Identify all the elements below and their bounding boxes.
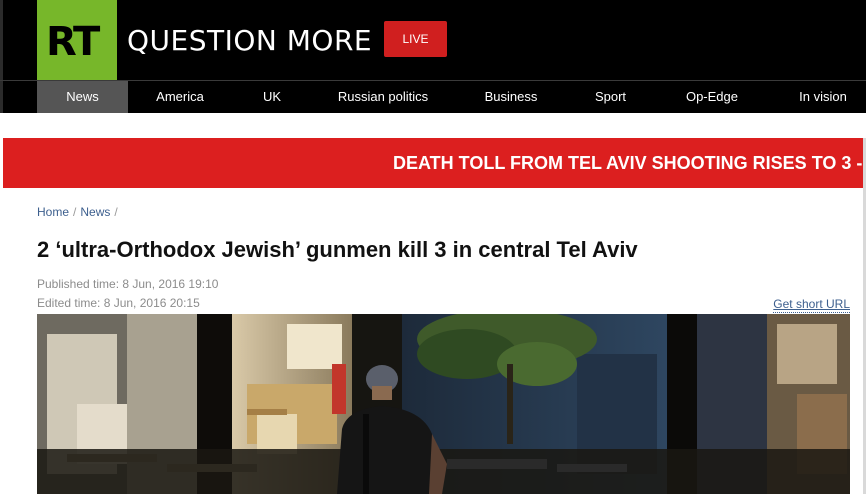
header-spacer	[0, 113, 866, 138]
get-short-url-link[interactable]: Get short URL	[773, 296, 850, 313]
breadcrumb: Home / News /	[37, 204, 122, 220]
live-button[interactable]: LIVE	[384, 21, 447, 57]
site-header: RT QUESTION MORE LIVE News America UK Ru…	[0, 0, 866, 113]
nav-item-business[interactable]: Business	[475, 81, 547, 113]
nav-item-in-vision[interactable]: In vision	[788, 81, 858, 113]
rt-logo-text[interactable]: RT	[46, 22, 100, 62]
nav-item-op-edge[interactable]: Op-Edge	[677, 81, 747, 113]
breaking-news-bar[interactable]: DEATH TOLL FROM TEL AVIV SHOOTING RISES …	[3, 138, 866, 188]
article-headline: 2 ‘ultra-Orthodox Jewish’ gunmen kill 3 …	[37, 237, 638, 262]
site-tagline[interactable]: QUESTION MORE	[127, 23, 372, 59]
published-time: Published time: 8 Jun, 2016 19:10	[37, 277, 219, 291]
nav-item-uk[interactable]: UK	[250, 81, 294, 113]
nav-item-russian-politics[interactable]: Russian politics	[329, 81, 437, 113]
breadcrumb-home-link[interactable]: Home	[37, 205, 69, 219]
nav-item-america[interactable]: America	[140, 81, 220, 113]
breadcrumb-news-link[interactable]: News	[80, 205, 110, 219]
breadcrumb-separator: /	[73, 205, 77, 219]
main-nav: News America UK Russian politics Busines…	[0, 81, 866, 113]
photo-illustration	[37, 314, 850, 494]
breaking-news-text[interactable]: DEATH TOLL FROM TEL AVIV SHOOTING RISES …	[393, 138, 866, 188]
nav-item-news[interactable]: News	[37, 81, 128, 113]
edited-time: Edited time: 8 Jun, 2016 20:15	[37, 296, 200, 310]
article-photo[interactable]	[37, 314, 850, 494]
nav-item-sport[interactable]: Sport	[583, 81, 638, 113]
breadcrumb-separator: /	[114, 205, 118, 219]
